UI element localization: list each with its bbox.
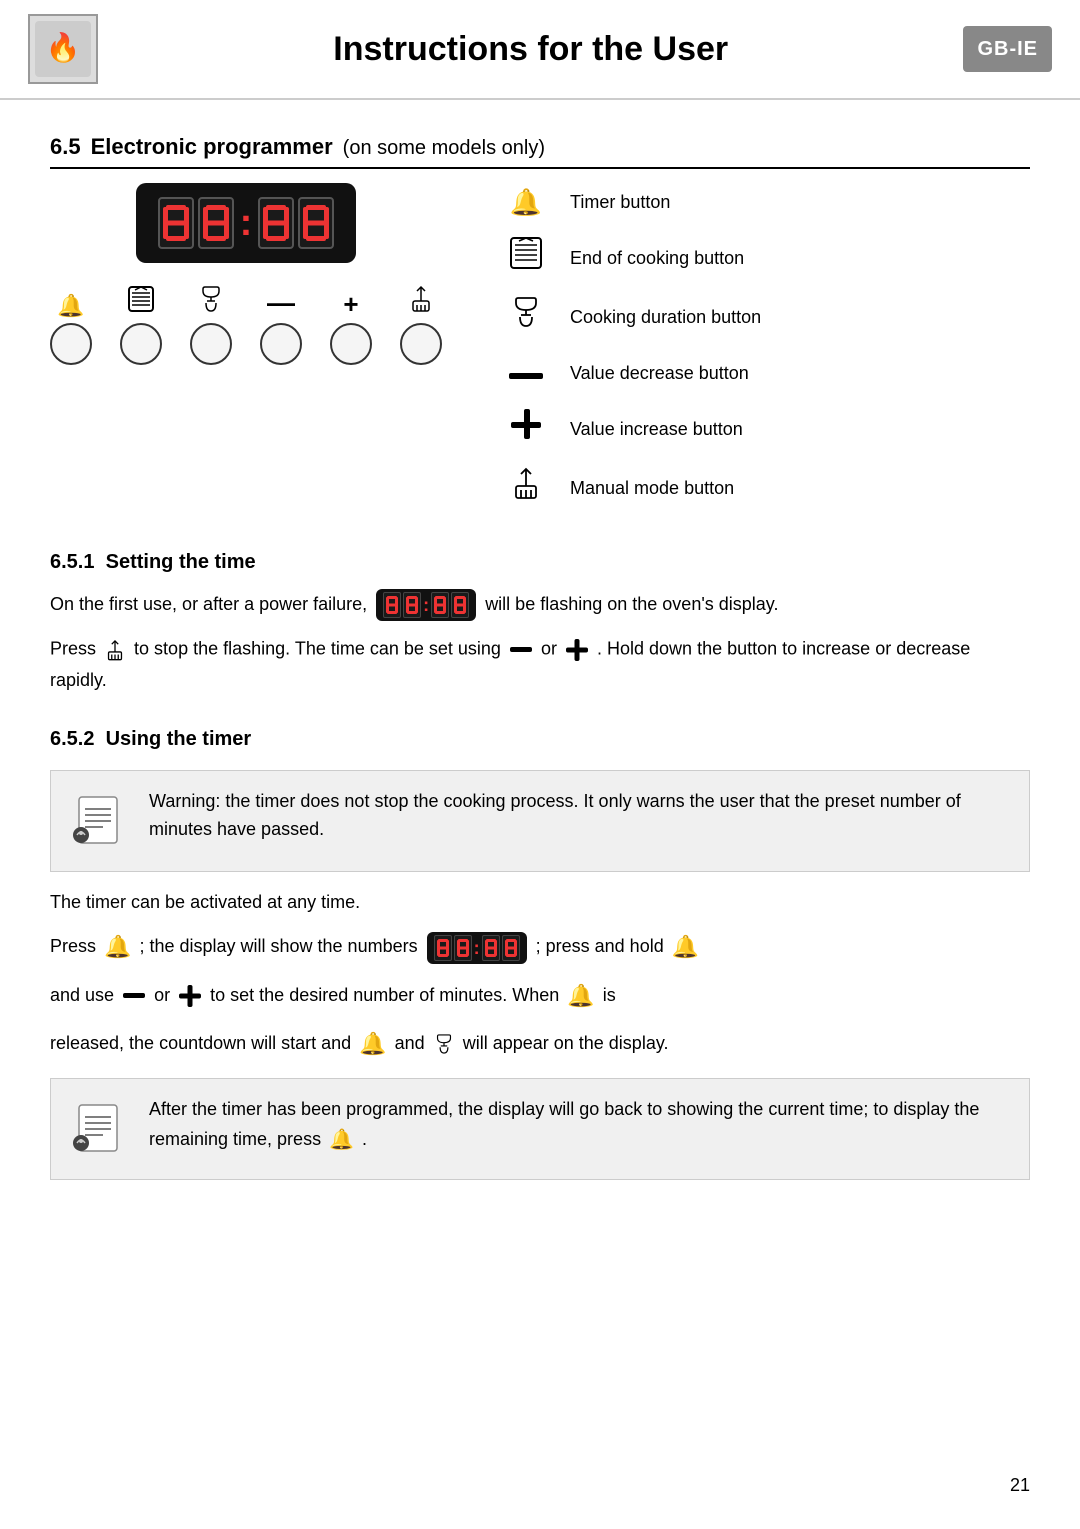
digit-group-left: [158, 197, 234, 249]
para-countdown: released, the countdown will start and 🔔…: [50, 1026, 1030, 1062]
legend-value-increase: Value increase button: [502, 407, 761, 452]
para-651-1: On the first use, or after a power failu…: [50, 589, 1030, 621]
legend-increase-label: Value increase button: [570, 416, 743, 443]
subsection-651: 6.5.1 Setting the time On the first use,…: [50, 547, 1030, 696]
inline-duration-icon: [433, 1028, 455, 1061]
manual-mode-icon: [407, 285, 435, 317]
inline-d4: [451, 592, 469, 618]
inline-bell-icon-4: 🔔: [359, 1026, 386, 1062]
inline-d3: [431, 592, 449, 618]
legend-end-cooking: End of cooking button: [502, 236, 761, 281]
section-title: Electronic programmer: [91, 130, 333, 163]
legend-end-cooking-icon: [502, 236, 550, 281]
digit-3: [258, 197, 294, 249]
page-number: 21: [1010, 1472, 1030, 1499]
inline-plus-icon: [566, 639, 588, 661]
digit-group-right: [258, 197, 334, 249]
legend-increase-icon: [502, 407, 550, 452]
subsection-652-title: 6.5.2 Using the timer: [50, 724, 1030, 754]
inline-colon-2: :: [474, 939, 480, 957]
legend-list: 🔔 Timer button End of cooking button: [502, 183, 761, 511]
inline-colon: :: [423, 596, 429, 614]
inline-bell-icon-2: 🔔: [672, 929, 699, 965]
legend-value-decrease: Value decrease button: [502, 354, 761, 393]
warning-box-1: Warning: the timer does not stop the coo…: [50, 770, 1030, 872]
end-cooking-icon: [127, 285, 155, 317]
digit-4: [298, 197, 334, 249]
cooking-duration-icon: [197, 285, 225, 317]
colon-separator: :: [240, 197, 253, 249]
btn-end-cooking-circle[interactable]: [120, 323, 162, 365]
inline-minus-2: [123, 993, 145, 998]
inline-minus-icon: [510, 647, 532, 652]
section-subtitle: (on some models only): [343, 133, 545, 163]
inline-manual-icon: [104, 633, 126, 666]
btn-end-cooking[interactable]: [120, 285, 162, 365]
btn-cooking-duration-circle[interactable]: [190, 323, 232, 365]
legend-manual-mode: Manual mode button: [502, 466, 761, 511]
btn-timer[interactable]: 🔔: [50, 295, 92, 365]
inline-bell-icon-3: 🔔: [567, 978, 594, 1014]
digit-1: [158, 197, 194, 249]
main-content: 6.5 Electronic programmer (on some model…: [0, 100, 1080, 1226]
inline-display-timer: :: [427, 932, 527, 964]
btn-plus[interactable]: +: [330, 291, 372, 365]
section-divider: [50, 167, 1030, 169]
digital-display: :: [136, 183, 357, 263]
brand-logo: 🔥: [28, 14, 98, 84]
inline-d2: [403, 592, 421, 618]
legend-timer: 🔔 Timer button: [502, 183, 761, 222]
page-header: 🔥 Instructions for the User GB-IE: [0, 0, 1080, 100]
legend-manual-mode-icon: [502, 466, 550, 511]
legend-end-cooking-label: End of cooking button: [570, 245, 744, 272]
para-use-minus-plus: and use or to set the desired number of …: [50, 978, 1030, 1014]
btn-plus-circle[interactable]: [330, 323, 372, 365]
btn-minus[interactable]: —: [260, 289, 302, 365]
inline-td2: [454, 935, 472, 961]
legend-manual-mode-label: Manual mode button: [570, 475, 734, 502]
legend-cooking-duration-icon: [502, 295, 550, 340]
inline-td4: [502, 935, 520, 961]
locale-badge: GB-IE: [963, 26, 1052, 72]
btn-cooking-duration[interactable]: [190, 285, 232, 365]
inline-td3: [482, 935, 500, 961]
para-651-2: Press to stop the flashing. The time can…: [50, 633, 1030, 696]
legend-decrease-label: Value decrease button: [570, 360, 749, 387]
warning-notepad-icon-2: [71, 1095, 131, 1163]
inline-bell-icon-1: 🔔: [104, 929, 131, 965]
programmer-layout: :: [50, 173, 1030, 511]
timer-icon: 🔔: [57, 295, 84, 317]
legend-timer-label: Timer button: [570, 189, 670, 216]
section-heading-6-5: 6.5 Electronic programmer (on some model…: [50, 130, 1030, 169]
para-timer-activated: The timer can be activated at any time.: [50, 888, 1030, 918]
btn-manual-mode-circle[interactable]: [400, 323, 442, 365]
para-press-bell: Press 🔔 ; the display will show the numb…: [50, 929, 1030, 965]
subsection-652: 6.5.2 Using the timer Warning: the timer…: [50, 724, 1030, 1181]
legend-timer-icon: 🔔: [502, 183, 550, 222]
section-number: 6.5: [50, 130, 81, 163]
control-buttons-row: 🔔: [50, 285, 442, 365]
warning-notepad-icon-1: [71, 787, 131, 855]
inline-td1: [434, 935, 452, 961]
minus-icon: —: [267, 289, 295, 317]
btn-minus-circle[interactable]: [260, 323, 302, 365]
svg-text:🔥: 🔥: [46, 31, 81, 64]
btn-timer-circle[interactable]: [50, 323, 92, 365]
display-panel: :: [50, 183, 442, 511]
plus-icon: +: [343, 291, 358, 317]
btn-manual-mode[interactable]: [400, 285, 442, 365]
inline-bell-icon-5: 🔔: [329, 1124, 354, 1156]
warning-box-2: After the timer has been programmed, the…: [50, 1078, 1030, 1180]
inline-d1: [383, 592, 401, 618]
subsection-651-title: 6.5.1 Setting the time: [50, 547, 1030, 577]
legend-cooking-duration: Cooking duration button: [502, 295, 761, 340]
digit-2: [198, 197, 234, 249]
warning-text-1: Warning: the timer does not stop the coo…: [149, 787, 1009, 845]
legend-cooking-duration-label: Cooking duration button: [570, 304, 761, 331]
legend-decrease-icon: [502, 354, 550, 393]
inline-display-flashing: :: [376, 589, 476, 621]
inline-plus-2: [179, 985, 201, 1007]
warning-text-2: After the timer has been programmed, the…: [149, 1095, 1009, 1156]
page-title: Instructions for the User: [98, 24, 963, 75]
